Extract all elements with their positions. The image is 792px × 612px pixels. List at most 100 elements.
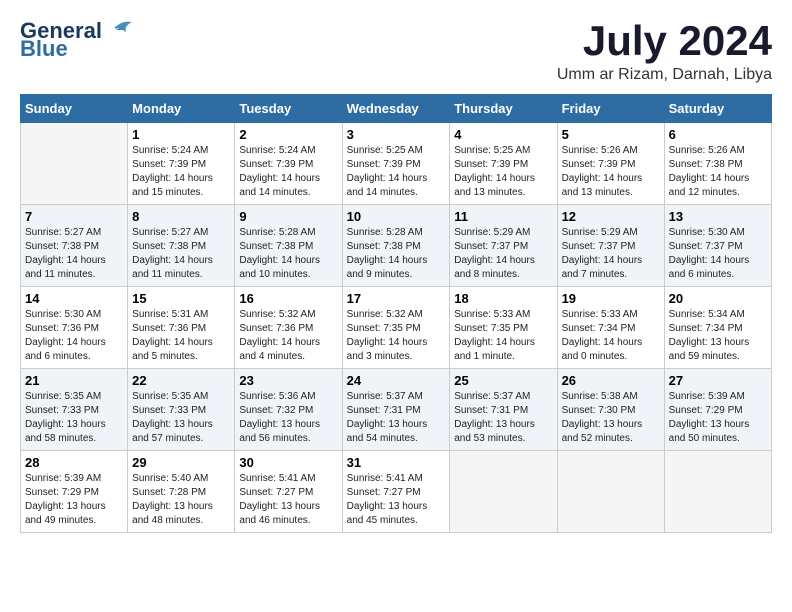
day-number: 30: [239, 455, 337, 470]
day-number: 8: [132, 209, 230, 224]
calendar-cell: 11 Sunrise: 5:29 AM Sunset: 7:37 PM Dayl…: [450, 205, 557, 287]
calendar-cell: 20 Sunrise: 5:34 AM Sunset: 7:34 PM Dayl…: [664, 287, 771, 369]
day-info: Sunrise: 5:25 AM Sunset: 7:39 PM Dayligh…: [347, 144, 446, 200]
calendar-table: SundayMondayTuesdayWednesdayThursdayFrid…: [20, 94, 772, 533]
day-number: 9: [239, 209, 337, 224]
day-number: 24: [347, 373, 446, 388]
calendar-cell: 17 Sunrise: 5:32 AM Sunset: 7:35 PM Dayl…: [342, 287, 450, 369]
day-info: Sunrise: 5:35 AM Sunset: 7:33 PM Dayligh…: [25, 390, 123, 446]
day-number: 26: [562, 373, 660, 388]
column-header-thursday: Thursday: [450, 95, 557, 123]
column-header-sunday: Sunday: [21, 95, 128, 123]
day-info: Sunrise: 5:41 AM Sunset: 7:27 PM Dayligh…: [347, 472, 446, 528]
calendar-cell: 2 Sunrise: 5:24 AM Sunset: 7:39 PM Dayli…: [235, 123, 342, 205]
logo-blue: Blue: [20, 36, 68, 62]
calendar-cell: 23 Sunrise: 5:36 AM Sunset: 7:32 PM Dayl…: [235, 369, 342, 451]
day-number: 31: [347, 455, 446, 470]
day-info: Sunrise: 5:39 AM Sunset: 7:29 PM Dayligh…: [669, 390, 767, 446]
day-number: 6: [669, 127, 767, 142]
day-info: Sunrise: 5:41 AM Sunset: 7:27 PM Dayligh…: [239, 472, 337, 528]
logo: General Blue: [20, 20, 134, 62]
day-number: 29: [132, 455, 230, 470]
calendar-cell: 7 Sunrise: 5:27 AM Sunset: 7:38 PM Dayli…: [21, 205, 128, 287]
calendar-cell: 16 Sunrise: 5:32 AM Sunset: 7:36 PM Dayl…: [235, 287, 342, 369]
day-number: 21: [25, 373, 123, 388]
calendar-cell: 19 Sunrise: 5:33 AM Sunset: 7:34 PM Dayl…: [557, 287, 664, 369]
day-info: Sunrise: 5:39 AM Sunset: 7:29 PM Dayligh…: [25, 472, 123, 528]
day-number: 12: [562, 209, 660, 224]
calendar-cell: 8 Sunrise: 5:27 AM Sunset: 7:38 PM Dayli…: [128, 205, 235, 287]
day-number: 19: [562, 291, 660, 306]
day-info: Sunrise: 5:32 AM Sunset: 7:36 PM Dayligh…: [239, 308, 337, 364]
day-info: Sunrise: 5:32 AM Sunset: 7:35 PM Dayligh…: [347, 308, 446, 364]
calendar-cell: [664, 451, 771, 533]
day-number: 11: [454, 209, 552, 224]
column-header-friday: Friday: [557, 95, 664, 123]
logo-bird-icon: [104, 18, 134, 40]
column-header-tuesday: Tuesday: [235, 95, 342, 123]
column-header-monday: Monday: [128, 95, 235, 123]
calendar-cell: 28 Sunrise: 5:39 AM Sunset: 7:29 PM Dayl…: [21, 451, 128, 533]
day-number: 4: [454, 127, 552, 142]
calendar-cell: 26 Sunrise: 5:38 AM Sunset: 7:30 PM Dayl…: [557, 369, 664, 451]
calendar-cell: 31 Sunrise: 5:41 AM Sunset: 7:27 PM Dayl…: [342, 451, 450, 533]
day-number: 3: [347, 127, 446, 142]
day-info: Sunrise: 5:24 AM Sunset: 7:39 PM Dayligh…: [239, 144, 337, 200]
calendar-cell: 27 Sunrise: 5:39 AM Sunset: 7:29 PM Dayl…: [664, 369, 771, 451]
calendar-week-row: 7 Sunrise: 5:27 AM Sunset: 7:38 PM Dayli…: [21, 205, 772, 287]
day-number: 5: [562, 127, 660, 142]
day-info: Sunrise: 5:29 AM Sunset: 7:37 PM Dayligh…: [454, 226, 552, 282]
calendar-cell: 12 Sunrise: 5:29 AM Sunset: 7:37 PM Dayl…: [557, 205, 664, 287]
day-number: 14: [25, 291, 123, 306]
day-info: Sunrise: 5:25 AM Sunset: 7:39 PM Dayligh…: [454, 144, 552, 200]
calendar-cell: [450, 451, 557, 533]
calendar-cell: 6 Sunrise: 5:26 AM Sunset: 7:38 PM Dayli…: [664, 123, 771, 205]
title-block: July 2024 Umm ar Rizam, Darnah, Libya: [557, 20, 772, 84]
day-info: Sunrise: 5:38 AM Sunset: 7:30 PM Dayligh…: [562, 390, 660, 446]
calendar-cell: 15 Sunrise: 5:31 AM Sunset: 7:36 PM Dayl…: [128, 287, 235, 369]
day-info: Sunrise: 5:26 AM Sunset: 7:39 PM Dayligh…: [562, 144, 660, 200]
calendar-cell: 22 Sunrise: 5:35 AM Sunset: 7:33 PM Dayl…: [128, 369, 235, 451]
calendar-cell: 10 Sunrise: 5:28 AM Sunset: 7:38 PM Dayl…: [342, 205, 450, 287]
day-number: 16: [239, 291, 337, 306]
day-info: Sunrise: 5:40 AM Sunset: 7:28 PM Dayligh…: [132, 472, 230, 528]
day-info: Sunrise: 5:33 AM Sunset: 7:35 PM Dayligh…: [454, 308, 552, 364]
month-year-title: July 2024: [557, 20, 772, 62]
day-number: 10: [347, 209, 446, 224]
calendar-week-row: 1 Sunrise: 5:24 AM Sunset: 7:39 PM Dayli…: [21, 123, 772, 205]
day-number: 23: [239, 373, 337, 388]
day-number: 13: [669, 209, 767, 224]
day-info: Sunrise: 5:24 AM Sunset: 7:39 PM Dayligh…: [132, 144, 230, 200]
day-info: Sunrise: 5:31 AM Sunset: 7:36 PM Dayligh…: [132, 308, 230, 364]
page-header: General Blue July 2024 Umm ar Rizam, Dar…: [20, 20, 772, 84]
calendar-week-row: 28 Sunrise: 5:39 AM Sunset: 7:29 PM Dayl…: [21, 451, 772, 533]
day-number: 2: [239, 127, 337, 142]
calendar-cell: 4 Sunrise: 5:25 AM Sunset: 7:39 PM Dayli…: [450, 123, 557, 205]
day-number: 15: [132, 291, 230, 306]
calendar-cell: 9 Sunrise: 5:28 AM Sunset: 7:38 PM Dayli…: [235, 205, 342, 287]
day-info: Sunrise: 5:33 AM Sunset: 7:34 PM Dayligh…: [562, 308, 660, 364]
day-info: Sunrise: 5:36 AM Sunset: 7:32 PM Dayligh…: [239, 390, 337, 446]
location-subtitle: Umm ar Rizam, Darnah, Libya: [557, 66, 772, 84]
calendar-cell: 30 Sunrise: 5:41 AM Sunset: 7:27 PM Dayl…: [235, 451, 342, 533]
calendar-cell: 5 Sunrise: 5:26 AM Sunset: 7:39 PM Dayli…: [557, 123, 664, 205]
day-info: Sunrise: 5:30 AM Sunset: 7:36 PM Dayligh…: [25, 308, 123, 364]
column-header-wednesday: Wednesday: [342, 95, 450, 123]
day-number: 7: [25, 209, 123, 224]
day-info: Sunrise: 5:30 AM Sunset: 7:37 PM Dayligh…: [669, 226, 767, 282]
day-info: Sunrise: 5:26 AM Sunset: 7:38 PM Dayligh…: [669, 144, 767, 200]
day-info: Sunrise: 5:27 AM Sunset: 7:38 PM Dayligh…: [132, 226, 230, 282]
day-info: Sunrise: 5:37 AM Sunset: 7:31 PM Dayligh…: [347, 390, 446, 446]
day-number: 25: [454, 373, 552, 388]
day-info: Sunrise: 5:37 AM Sunset: 7:31 PM Dayligh…: [454, 390, 552, 446]
calendar-cell: 29 Sunrise: 5:40 AM Sunset: 7:28 PM Dayl…: [128, 451, 235, 533]
calendar-cell: 14 Sunrise: 5:30 AM Sunset: 7:36 PM Dayl…: [21, 287, 128, 369]
calendar-cell: [557, 451, 664, 533]
day-info: Sunrise: 5:29 AM Sunset: 7:37 PM Dayligh…: [562, 226, 660, 282]
calendar-header-row: SundayMondayTuesdayWednesdayThursdayFrid…: [21, 95, 772, 123]
day-number: 1: [132, 127, 230, 142]
calendar-cell: 1 Sunrise: 5:24 AM Sunset: 7:39 PM Dayli…: [128, 123, 235, 205]
calendar-cell: 21 Sunrise: 5:35 AM Sunset: 7:33 PM Dayl…: [21, 369, 128, 451]
calendar-week-row: 21 Sunrise: 5:35 AM Sunset: 7:33 PM Dayl…: [21, 369, 772, 451]
day-number: 18: [454, 291, 552, 306]
